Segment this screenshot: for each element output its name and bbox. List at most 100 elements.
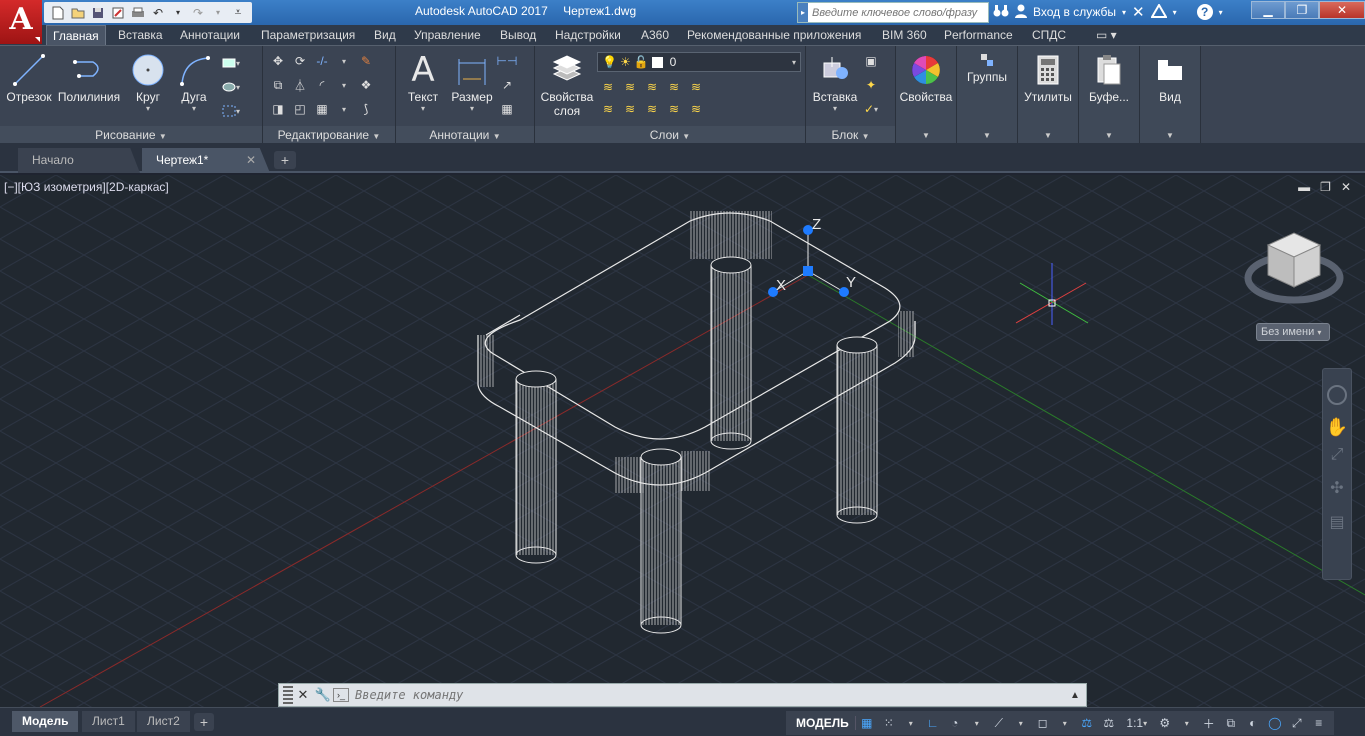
redo-icon[interactable]: ↷ xyxy=(188,4,208,22)
layer-on-icon[interactable]: 💡 xyxy=(602,55,617,69)
isolate-objects-icon[interactable]: ◐ xyxy=(1242,712,1264,734)
search-expand-icon[interactable]: ▸ xyxy=(798,3,808,22)
panel-layers-title[interactable]: Слои ▼ xyxy=(535,126,805,144)
circle-button[interactable]: Круг ▾ xyxy=(126,50,170,113)
line-button[interactable]: Отрезок xyxy=(6,50,52,104)
tab-view[interactable]: Вид xyxy=(368,25,402,45)
command-prompt-icon[interactable]: ›_ xyxy=(333,688,349,702)
panel-modify-title[interactable]: Редактирование ▼ xyxy=(263,126,395,144)
dimension-dropdown-icon[interactable]: ▾ xyxy=(448,104,496,113)
panel-view[interactable]: Вид ▼ xyxy=(1140,46,1201,144)
tab-drawing[interactable]: Чертеж1* ✕ xyxy=(142,148,270,173)
close-button[interactable]: ✕ xyxy=(1319,1,1365,19)
layer-previous-icon[interactable]: ≋ xyxy=(621,100,639,118)
command-close-icon[interactable]: ✕ xyxy=(293,685,313,705)
view-expand-icon[interactable]: ▼ xyxy=(1166,131,1174,140)
new-tab-icon[interactable]: + xyxy=(274,151,296,169)
layer-lock-icon[interactable]: 🔓 xyxy=(634,55,649,69)
viewport-restore-icon[interactable]: ❐ xyxy=(1320,180,1331,194)
arc-button[interactable]: Дуга ▾ xyxy=(172,50,216,113)
undo-dropdown-icon[interactable]: ▾ xyxy=(168,4,188,22)
rotate-icon[interactable]: ⟳ xyxy=(291,52,309,70)
layer-dropdown-arrow-icon[interactable]: ▾ xyxy=(792,58,796,67)
trim-dropdown-icon[interactable]: ▾ xyxy=(335,52,353,70)
osnap-dropdown-icon[interactable]: ▾ xyxy=(1054,712,1076,734)
user-icon[interactable] xyxy=(1015,4,1027,21)
ucs-menu[interactable]: Без имени ▾ xyxy=(1256,323,1330,341)
tab-parametric[interactable]: Параметризация xyxy=(255,25,361,45)
rectangle-icon[interactable]: ▾ xyxy=(222,54,240,72)
help-dropdown-icon[interactable]: ▾ xyxy=(1219,8,1223,17)
groups-button[interactable]: Группы xyxy=(957,50,1017,84)
annotation-monitor-icon[interactable]: ＋ xyxy=(1198,712,1220,734)
snap-toggle-icon[interactable]: ⁙ xyxy=(878,712,900,734)
exchange-apps-icon[interactable]: ✕ xyxy=(1132,3,1145,21)
isodraft-toggle-icon[interactable]: ⟋ xyxy=(988,712,1010,734)
units-icon[interactable]: ⧉ xyxy=(1220,712,1242,734)
create-block-icon[interactable]: ▣ xyxy=(862,52,880,70)
application-menu-button[interactable]: A xyxy=(0,0,42,44)
view-button[interactable]: Вид xyxy=(1140,50,1200,104)
redo-dropdown-icon[interactable]: ▾ xyxy=(208,4,228,22)
search-box[interactable]: ▸ xyxy=(797,2,989,23)
trim-icon[interactable]: -/- xyxy=(313,52,331,70)
layer-dropdown[interactable]: 💡 ☀ 🔓 0 ▾ xyxy=(597,52,801,72)
tab-manage[interactable]: Управление xyxy=(408,25,487,45)
text-button[interactable]: A Текст ▾ xyxy=(402,50,444,113)
fillet-icon[interactable]: ◜ xyxy=(313,76,331,94)
text-dropdown-icon[interactable]: ▾ xyxy=(402,104,444,113)
workspace-gear-icon[interactable]: ⚙ xyxy=(1154,712,1176,734)
pan-icon[interactable]: ✋ xyxy=(1323,417,1351,438)
workspace-dropdown-icon[interactable]: ▾ xyxy=(1176,712,1198,734)
annotation-autoscale-icon[interactable]: ⚖ xyxy=(1098,712,1120,734)
isodraft-dropdown-icon[interactable]: ▾ xyxy=(1010,712,1032,734)
print-icon[interactable] xyxy=(128,4,148,22)
tab-home[interactable]: Главная xyxy=(46,25,106,45)
leader-icon[interactable]: ↗ xyxy=(498,76,516,94)
tab-featured-apps[interactable]: Рекомендованные приложения xyxy=(681,25,867,45)
layer-merge-icon[interactable]: ≋ xyxy=(687,100,705,118)
viewport-minimize-icon[interactable]: ▬ xyxy=(1298,180,1310,194)
command-customize-icon[interactable]: 🔧 xyxy=(313,685,333,705)
layer-walk-icon[interactable]: ≋ xyxy=(643,100,661,118)
tab-addins[interactable]: Надстройки xyxy=(549,25,627,45)
undo-icon[interactable]: ↶ xyxy=(148,4,168,22)
layout-tab-sheet1[interactable]: Лист1 xyxy=(82,711,135,732)
panel-draw-title[interactable]: Рисование ▼ xyxy=(0,126,262,144)
help-icon[interactable]: ? xyxy=(1196,4,1213,20)
layer-color-swatch[interactable] xyxy=(651,56,663,68)
tab-insert[interactable]: Вставка xyxy=(112,25,169,45)
layer-freeze-tool-icon[interactable]: ≋ xyxy=(643,78,661,96)
add-layout-icon[interactable]: + xyxy=(194,713,214,731)
layer-unisolate-icon[interactable]: ≋ xyxy=(665,100,683,118)
offset-icon[interactable]: ⟆ xyxy=(357,100,375,118)
block-attributes-icon[interactable]: ✓ ▾ xyxy=(862,100,880,118)
search-input[interactable] xyxy=(808,3,983,22)
ortho-toggle-icon[interactable]: ∟ xyxy=(922,712,944,734)
panel-utilities[interactable]: Утилиты ▼ xyxy=(1018,46,1079,144)
layer-match-icon[interactable]: ≋ xyxy=(687,78,705,96)
signin-dropdown-icon[interactable]: ▾ xyxy=(1122,8,1126,17)
panel-clipboard[interactable]: Буфе... ▼ xyxy=(1079,46,1140,144)
open-file-icon[interactable] xyxy=(68,4,88,22)
tab-output[interactable]: Вывод xyxy=(494,25,542,45)
move-icon[interactable]: ✥ xyxy=(269,52,287,70)
a360-dropdown-icon[interactable]: ▾ xyxy=(1173,8,1177,17)
tab-performance[interactable]: Performance xyxy=(938,25,1019,45)
save-icon[interactable] xyxy=(88,4,108,22)
zoom-extents-icon[interactable]: ⤢ xyxy=(1323,446,1351,464)
table-leg-right[interactable] xyxy=(836,336,878,524)
properties-button[interactable]: Свойства xyxy=(896,50,956,104)
copy-icon[interactable]: ⧉ xyxy=(269,76,287,94)
drawing-viewport[interactable]: Z X Y [−][ЮЗ изометрия][2D-каркас] ▬ ❐ ✕… xyxy=(0,175,1365,707)
boundary-icon[interactable]: ▾ xyxy=(222,102,240,120)
tab-start[interactable]: Начало xyxy=(18,148,140,173)
layer-make-current-icon[interactable]: ≋ xyxy=(599,100,617,118)
layer-off-icon[interactable]: ≋ xyxy=(599,78,617,96)
tab-bim360[interactable]: BIM 360 xyxy=(876,25,933,45)
table-icon[interactable]: ▦ xyxy=(498,100,516,118)
customize-qat-icon[interactable]: ⩡ xyxy=(228,4,248,22)
panel-properties[interactable]: Свойства ▼ xyxy=(896,46,957,144)
clipboard-button[interactable]: Буфе... xyxy=(1079,50,1139,104)
restore-button[interactable]: ❐ xyxy=(1285,1,1319,19)
